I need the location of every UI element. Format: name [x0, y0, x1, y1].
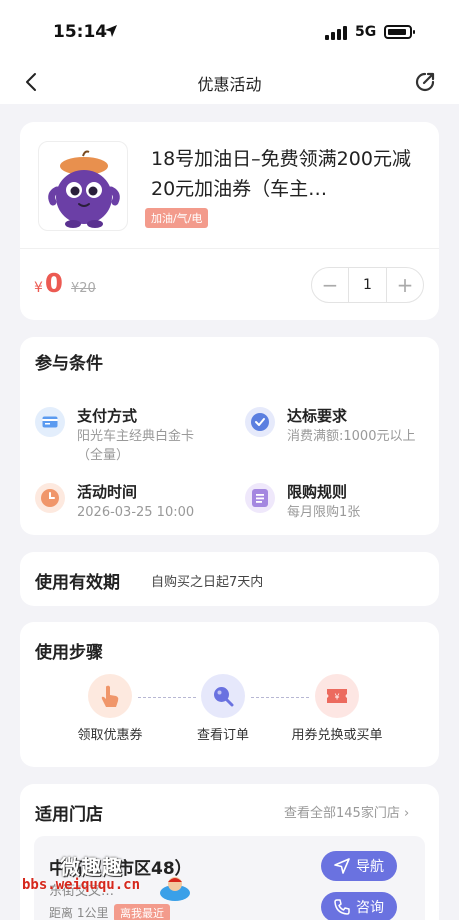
view-all-label: 查看全部145家门店 — [284, 806, 400, 821]
navigate-button[interactable]: 导航 — [321, 851, 397, 881]
chevron-right-icon: › — [403, 806, 410, 821]
steps-title: 使用步骤 — [35, 643, 103, 663]
svg-text:¥: ¥ — [334, 693, 339, 702]
quantity-value[interactable]: 1 — [348, 268, 387, 302]
status-time: 15:14 — [53, 22, 108, 42]
network-type: 5G — [355, 24, 377, 40]
view-all-stores-link[interactable]: 查看全部145家门店 › — [284, 802, 409, 821]
ticket-icon: ¥ — [315, 674, 359, 718]
price-block: ¥ 0 ¥20 — [34, 269, 96, 299]
stores-title: 适用门店 — [35, 805, 103, 825]
increase-button[interactable]: + — [387, 268, 423, 302]
quantity-stepper: − 1 + — [311, 267, 424, 303]
tap-hand-icon — [88, 674, 132, 718]
list-icon — [245, 483, 275, 513]
watermark-logo-icon — [160, 877, 190, 901]
watermark-url: bbs.weiququ.cn — [22, 877, 141, 893]
validity-label: 使用有效期 — [35, 573, 120, 593]
validity-value: 自购买之日起7天内 — [151, 575, 264, 590]
steps-card: 使用步骤 领取优惠券 查看订单 ¥ 用券兑换或买单 — [20, 622, 439, 767]
conditions-title: 参与条件 — [35, 354, 103, 374]
condition-label: 限购规则 — [287, 483, 348, 501]
step-label: 查看订单 — [196, 728, 249, 743]
step-claim: 领取优惠券 — [55, 674, 165, 743]
step-redeem: ¥ 用券兑换或买单 — [282, 674, 392, 743]
step-label: 用券兑换或买单 — [291, 728, 383, 743]
status-bar: 15:14 5G — [0, 0, 459, 60]
condition-label: 达标要求 — [287, 407, 348, 425]
navigate-label: 导航 — [356, 859, 384, 875]
conditions-card: 参与条件 支付方式 阳光车主经典白金卡（全量） 达标要求 消费满额:1000元以… — [20, 337, 439, 535]
watermark-title: 微趣趣 — [60, 855, 123, 879]
battery-icon — [384, 25, 415, 39]
product-image — [38, 141, 128, 231]
condition-value: 阳光车主经典白金卡（全量） — [77, 429, 195, 463]
price-currency: ¥ — [34, 280, 43, 296]
share-icon[interactable] — [412, 69, 438, 95]
condition-value: 每月限购1张 — [287, 505, 361, 520]
original-price: ¥20 — [71, 281, 96, 296]
step-check-order: 查看订单 — [168, 674, 278, 743]
condition-value: 消费满额:1000元以上 — [287, 429, 416, 444]
consult-button[interactable]: 咨询 — [321, 892, 397, 920]
signal-icon — [325, 26, 347, 40]
decrease-button[interactable]: − — [312, 268, 348, 302]
mascot-icon — [48, 150, 120, 228]
condition-value: 2026-03-25 10:00 — [77, 505, 195, 520]
magnifier-icon — [201, 674, 245, 718]
check-circle-icon — [245, 407, 275, 437]
page-title: 优惠活动 — [197, 75, 262, 94]
category-tag: 加油/气/电 — [145, 208, 209, 228]
clock-icon — [35, 483, 65, 513]
location-arrow-icon — [105, 25, 117, 37]
condition-label: 活动时间 — [77, 483, 138, 501]
price-value: 0 — [44, 269, 64, 299]
navigate-icon — [334, 858, 350, 874]
nav-bar: 优惠活动 — [0, 60, 459, 104]
watermark: 微趣趣 bbs.weiququ.cn — [0, 843, 200, 915]
card-icon — [35, 407, 65, 437]
product-title: 18号加油日–免费领满200元减20元加油券（车主… — [151, 148, 411, 200]
step-label: 领取优惠券 — [77, 728, 143, 743]
consult-label: 咨询 — [356, 900, 384, 916]
validity-card: 使用有效期 自购买之日起7天内 — [20, 552, 439, 606]
product-card: 18号加油日–免费领满200元减20元加油券（车主… 加油/气/电 ¥ 0 ¥2… — [20, 122, 439, 320]
condition-label: 支付方式 — [77, 407, 138, 425]
phone-icon — [334, 899, 350, 915]
divider — [20, 248, 439, 249]
